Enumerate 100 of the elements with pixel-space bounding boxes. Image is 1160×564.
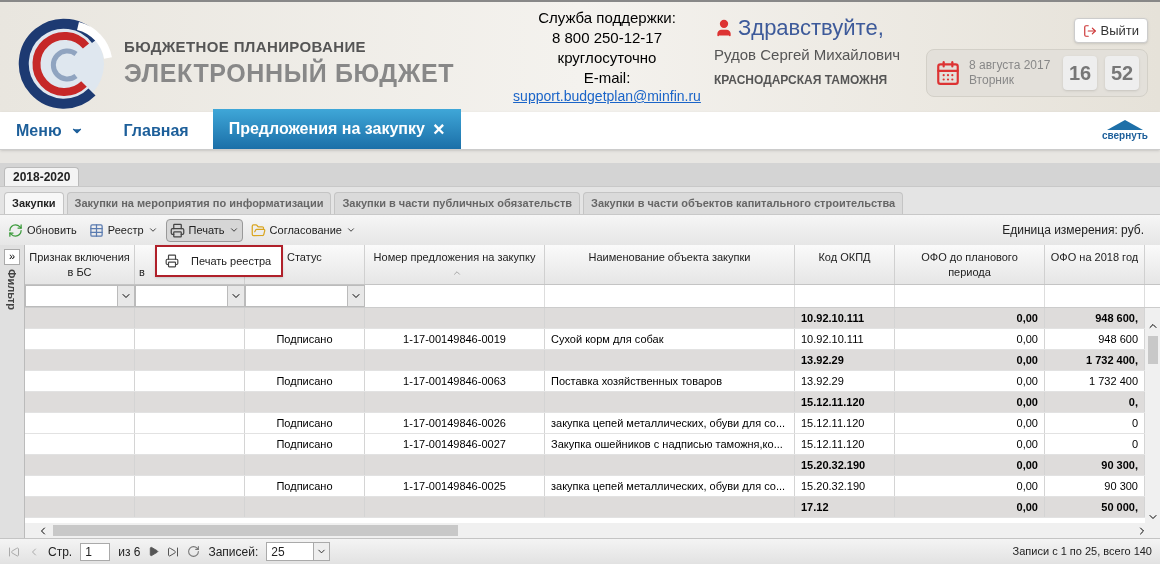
sub-tab[interactable]: Закупки в части объектов капитального строительства (583, 192, 904, 214)
logo-subtitle: БЮДЖЕТНОЕ ПЛАНИРОВАНИЕ (124, 37, 367, 57)
table-cell: 0,00 (895, 434, 1045, 454)
logout-button[interactable]: Выйти (1073, 18, 1148, 43)
nav-link[interactable]: Главная (107, 112, 205, 149)
table-cell: Подписано (245, 329, 365, 349)
calendar-icon (935, 60, 961, 86)
logo-title: ЭЛЕКТРОННЫЙ БЮДЖЕТ (124, 58, 456, 87)
menu-button[interactable]: Меню (0, 112, 100, 149)
next-page-icon[interactable] (148, 546, 160, 557)
printer-icon (169, 222, 185, 238)
close-button[interactable]: × (432, 113, 445, 144)
sub-tab[interactable]: Закупки на мероприятия по информатизации (66, 192, 332, 214)
user-icon (714, 18, 734, 38)
greeting: Здравствуйте, (738, 16, 884, 40)
table-cell: закупка цепей металлических, обуви для со... (545, 413, 795, 433)
sub-tab[interactable]: Закупки (4, 192, 64, 214)
triangle-up-icon (1107, 119, 1143, 130)
page-input[interactable]: 1 (80, 542, 111, 561)
column-header[interactable]: Код ОКПД (795, 245, 895, 284)
filter-dropdown[interactable] (135, 285, 245, 307)
table-cell: 1-17-00149846-0027 (365, 434, 545, 454)
support-text: круглосуточно (557, 48, 657, 68)
filter-dropdown[interactable] (25, 285, 135, 307)
table-cell: 1-17-00149846-0026 (365, 413, 545, 433)
filter-label: Фильтр (5, 269, 20, 311)
table-cell: Подписано (245, 476, 365, 496)
table-cell: Закупка ошейников с надписью таможня,ко... (545, 434, 795, 454)
weekday-text: Вторник (969, 73, 1015, 88)
page-count: из 6 (118, 543, 141, 561)
table-cell: 0,00 (895, 308, 1045, 328)
table-cell: 15.20.32.190 (795, 455, 895, 475)
table-cell: 10.92.10.111 (795, 329, 895, 349)
scrollbar-thumb[interactable] (53, 525, 458, 536)
table-cell: 15.12.11.120 (795, 392, 895, 412)
expand-button[interactable]: » (4, 249, 20, 265)
table-cell: 1-17-00149846-0063 (365, 371, 545, 391)
table-cell: 13.92.29 (795, 350, 895, 370)
first-page-icon[interactable] (8, 545, 20, 558)
table-cell: 1-17-00149846-0025 (365, 476, 545, 496)
records-summary: Записи с 1 по 25, всего 140 (1012, 544, 1152, 560)
refresh-icon (8, 222, 23, 238)
group-row[interactable]: 15.20.32.190 0,00 90 300, (25, 455, 1145, 476)
column-header[interactable]: Наименование объекта закупки (545, 245, 795, 284)
table-cell: 0,00 (895, 392, 1045, 412)
table-cell: Подписано (245, 434, 365, 454)
table-row[interactable]: Подписано 1-17-00149846-0027 Закупка ошейников с надписью таможня,ко... 15.12.11.120 0,00 0 (25, 434, 1145, 455)
table-cell: 0,00 (895, 350, 1045, 370)
toolbar-button[interactable]: Согласование (246, 218, 360, 242)
tab-label: Предложения на закупку (228, 118, 425, 139)
scrollbar-thumb[interactable] (1147, 336, 1158, 364)
table-cell: 0,00 (895, 413, 1045, 433)
support-text: E-mail: (583, 68, 631, 88)
column-header[interactable]: ОФО на 2018 год (1045, 245, 1145, 284)
year-tab[interactable]: 2018-2020 (4, 167, 80, 186)
filter-panel[interactable]: » Фильтр (0, 245, 25, 538)
table-cell: Сухой корм для собак (545, 329, 795, 349)
clock-hours: 16 (1063, 56, 1097, 90)
unit-label: Единица измерения: руб. (1002, 222, 1145, 239)
folder-icon (250, 222, 266, 238)
exit-icon (1082, 23, 1097, 38)
group-row[interactable]: 17.12 0,00 50 000, (25, 497, 1145, 518)
table-row[interactable]: Подписано 1-17-00149846-0063 Поставка хозяйственных товаров 13.92.29 0,00 1 732 400 (25, 371, 1145, 392)
table-cell: Подписано (245, 413, 365, 433)
date-text: 8 августа 2017 (969, 58, 1052, 73)
column-header[interactable]: Признак включения в БС (25, 245, 135, 284)
table-cell: закупка цепей металлических, обуви для со... (545, 476, 795, 496)
page-label: Стр. (48, 543, 73, 561)
table-row[interactable]: Подписано 1-17-00149846-0026 закупка цепей металлических, обуви для со... 15.12.11.120 0,00 0 (25, 413, 1145, 434)
group-row[interactable]: 15.12.11.120 0,00 0, (25, 392, 1145, 413)
table-cell: 0,00 (895, 371, 1045, 391)
toolbar-button[interactable]: Обновить (4, 218, 81, 242)
vertical-scrollbar[interactable] (1145, 308, 1160, 523)
organization: КРАСНОДАРСКАЯ ТАМОЖНЯ (714, 71, 889, 89)
user-name: Рудов Сергей Михайлович (714, 45, 902, 65)
group-row[interactable]: 10.92.10.111 0,00 948 600, (25, 308, 1145, 329)
collapse-button[interactable]: свернуть (1102, 119, 1148, 142)
filter-dropdown[interactable] (245, 285, 365, 307)
printer-icon (165, 254, 179, 268)
table-cell: 1-17-00149846-0019 (365, 329, 545, 349)
column-header[interactable]: Номер предложения на закупку (365, 245, 545, 284)
table-row[interactable]: Подписано 1-17-00149846-0025 закупка цепей металлических, обуви для со... 15.20.32.190 0,00 90 300 (25, 476, 1145, 497)
table-cell: 15.12.11.120 (795, 413, 895, 433)
refresh-icon[interactable] (187, 545, 201, 558)
support-email-link[interactable]: support.budgetplan@minfin.ru (513, 88, 701, 104)
last-page-icon[interactable] (167, 545, 180, 558)
sub-tab[interactable]: Закупки в части публичных обязательств (334, 192, 581, 214)
per-page-label: Записей: (208, 543, 259, 561)
group-row[interactable]: 13.92.29 0,00 1 732 400, (25, 350, 1145, 371)
table-cell: Подписано (245, 371, 365, 391)
toolbar-button[interactable]: Печать (165, 218, 243, 242)
toolbar-button[interactable]: Реестр (84, 218, 162, 242)
table-cell: 0,00 (895, 476, 1045, 496)
table-row[interactable]: Подписано 1-17-00149846-0019 Сухой корм для собак 10.92.10.111 0,00 948 600 (25, 329, 1145, 350)
table-cell: 10.92.10.111 (795, 308, 895, 328)
table-icon (88, 222, 104, 238)
horizontal-scrollbar[interactable] (25, 523, 1160, 538)
nav-tab[interactable]: Предложения на закупку × (212, 108, 461, 149)
per-page-select[interactable]: 25 (266, 542, 331, 561)
column-header[interactable]: ОФО до планового периода (895, 245, 1045, 284)
